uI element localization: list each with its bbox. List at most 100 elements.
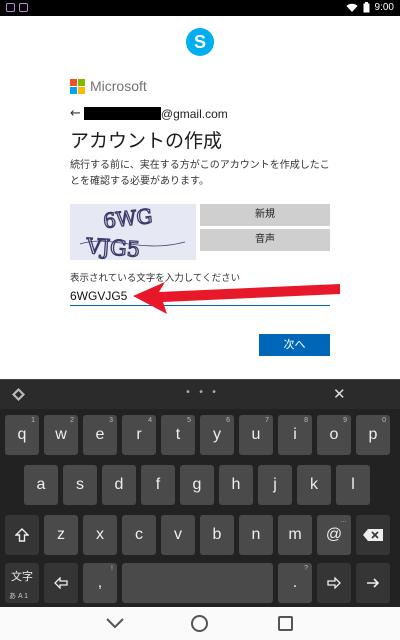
key-hint: 8 bbox=[304, 417, 308, 424]
key-label: t bbox=[175, 426, 181, 443]
key-f[interactable]: f bbox=[141, 465, 175, 505]
key-n[interactable]: n bbox=[239, 515, 273, 555]
shift-icon bbox=[14, 528, 30, 542]
nav-back-icon[interactable] bbox=[106, 616, 124, 630]
key-label: , bbox=[97, 574, 103, 591]
key-e[interactable]: e3 bbox=[83, 415, 117, 455]
key-hint: 3 bbox=[109, 417, 113, 424]
cursor-left-key[interactable] bbox=[44, 563, 78, 603]
red-arrow-annotation bbox=[133, 282, 340, 314]
key-hint: 9 bbox=[343, 417, 347, 424]
skype-logo: S bbox=[186, 28, 214, 56]
key-y[interactable]: y6 bbox=[200, 415, 234, 455]
keyboard-close-icon[interactable]: ✕ bbox=[333, 385, 346, 403]
key-l[interactable]: l bbox=[336, 465, 370, 505]
keyboard-drag-handle[interactable]: • • • bbox=[185, 387, 219, 398]
key-sub: あ A 1 bbox=[9, 593, 29, 600]
key-a[interactable]: a bbox=[24, 465, 58, 505]
keyboard-toolbar: • • • ✕ bbox=[0, 379, 400, 409]
svg-text:6WG: 6WG bbox=[102, 204, 154, 233]
key-hint: 1 bbox=[31, 417, 35, 424]
key-at[interactable]: @… bbox=[317, 515, 351, 555]
input-mode-key[interactable]: 文字あ A 1 bbox=[5, 563, 39, 603]
key-j[interactable]: j bbox=[258, 465, 292, 505]
backspace-icon bbox=[363, 529, 383, 541]
key-label: i bbox=[293, 426, 297, 443]
key-w[interactable]: w2 bbox=[44, 415, 78, 455]
key-o[interactable]: o9 bbox=[317, 415, 351, 455]
key-label: y bbox=[213, 426, 221, 443]
key-hint: 5 bbox=[187, 417, 191, 424]
key-label: p bbox=[368, 426, 378, 443]
arrow-right-enter-icon bbox=[367, 578, 380, 588]
key-d[interactable]: d bbox=[102, 465, 136, 505]
microsoft-logo-icon bbox=[70, 78, 85, 94]
page-description: 続行する前に、実在する方がこのアカウントを作成したことを確認する必要があります。 bbox=[70, 160, 330, 187]
notification-icon bbox=[6, 3, 15, 12]
arrow-left-icon bbox=[54, 576, 68, 590]
key-label: q bbox=[17, 426, 27, 443]
status-bar: 9:00 bbox=[0, 0, 400, 16]
key-hint: … bbox=[340, 517, 347, 524]
key-t[interactable]: t5 bbox=[161, 415, 195, 455]
key-v[interactable]: v bbox=[161, 515, 195, 555]
key-p[interactable]: p0 bbox=[356, 415, 390, 455]
account-identity: ← @gmail.com bbox=[70, 106, 228, 121]
key-comma[interactable]: ,! bbox=[83, 563, 117, 603]
key-label: r bbox=[136, 426, 142, 443]
back-arrow-icon[interactable]: ← bbox=[70, 106, 81, 121]
nav-recent-apps-icon[interactable] bbox=[278, 616, 293, 631]
microsoft-logo: Microsoft bbox=[70, 78, 147, 94]
key-m[interactable]: m bbox=[278, 515, 312, 555]
key-hint: 2 bbox=[70, 417, 74, 424]
key-label: . bbox=[292, 574, 298, 591]
enter-key[interactable] bbox=[356, 563, 390, 603]
space-key[interactable] bbox=[122, 563, 273, 603]
keyboard-settings-icon[interactable] bbox=[12, 388, 25, 401]
backspace-key[interactable] bbox=[356, 515, 390, 555]
clock: 9:00 bbox=[374, 2, 394, 13]
key-k[interactable]: k bbox=[297, 465, 331, 505]
wifi-icon bbox=[346, 3, 358, 12]
new-captcha-button[interactable]: 新規 bbox=[200, 204, 330, 226]
cursor-right-key[interactable] bbox=[317, 563, 351, 603]
key-label: e bbox=[95, 426, 105, 443]
battery-icon bbox=[363, 2, 370, 13]
key-g[interactable]: g bbox=[180, 465, 214, 505]
notification-icon bbox=[19, 3, 28, 12]
captcha-image: 6WG VJG5 bbox=[70, 204, 196, 260]
key-label: w bbox=[55, 426, 67, 443]
nav-home-icon[interactable] bbox=[191, 615, 208, 632]
key-label: u bbox=[251, 426, 261, 443]
key-z[interactable]: z bbox=[44, 515, 78, 555]
shift-key[interactable] bbox=[5, 515, 39, 555]
key-label: @ bbox=[325, 526, 343, 543]
system-navigation-bar bbox=[0, 607, 400, 640]
key-s[interactable]: s bbox=[63, 465, 97, 505]
audio-captcha-button[interactable]: 音声 bbox=[200, 229, 330, 251]
key-label: 文字 bbox=[11, 571, 33, 583]
key-r[interactable]: r4 bbox=[122, 415, 156, 455]
key-period[interactable]: .? bbox=[278, 563, 312, 603]
software-keyboard: • • • ✕ q1 w2 e3 r4 t5 y6 u7 i8 o9 p0 a … bbox=[0, 379, 400, 607]
key-c[interactable]: c bbox=[122, 515, 156, 555]
microsoft-brand-text: Microsoft bbox=[90, 78, 147, 94]
key-hint: 0 bbox=[382, 417, 386, 424]
key-hint: ! bbox=[111, 565, 113, 572]
key-h[interactable]: h bbox=[219, 465, 253, 505]
key-hint: 4 bbox=[148, 417, 152, 424]
notification-icons bbox=[6, 3, 28, 12]
next-button[interactable]: 次へ bbox=[259, 334, 330, 356]
redacted-email bbox=[83, 107, 161, 120]
key-hint: 7 bbox=[265, 417, 269, 424]
key-i[interactable]: i8 bbox=[278, 415, 312, 455]
key-x[interactable]: x bbox=[83, 515, 117, 555]
key-u[interactable]: u7 bbox=[239, 415, 273, 455]
key-hint: 6 bbox=[226, 417, 230, 424]
page-title: アカウントの作成 bbox=[70, 130, 223, 152]
key-b[interactable]: b bbox=[200, 515, 234, 555]
key-q[interactable]: q1 bbox=[5, 415, 39, 455]
key-label: o bbox=[329, 426, 339, 443]
svg-text:VJG5: VJG5 bbox=[85, 234, 141, 260]
email-domain: @gmail.com bbox=[160, 106, 228, 121]
